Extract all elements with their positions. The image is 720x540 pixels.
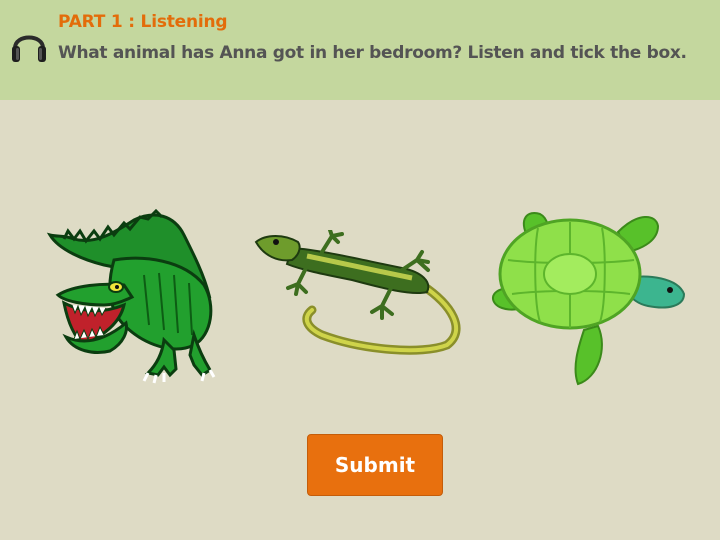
question-instruction: What animal has Anna got in her bedroom?… bbox=[58, 43, 687, 63]
headphones-icon[interactable] bbox=[8, 24, 50, 66]
crocodile-image[interactable] bbox=[44, 205, 219, 385]
lizard-image[interactable] bbox=[252, 228, 470, 360]
submit-button[interactable]: Submit bbox=[307, 434, 443, 496]
turtle-image[interactable] bbox=[488, 208, 688, 386]
part-title: PART 1 : Listening bbox=[58, 12, 228, 32]
question-header: PART 1 : Listening What animal has Anna … bbox=[0, 0, 720, 100]
